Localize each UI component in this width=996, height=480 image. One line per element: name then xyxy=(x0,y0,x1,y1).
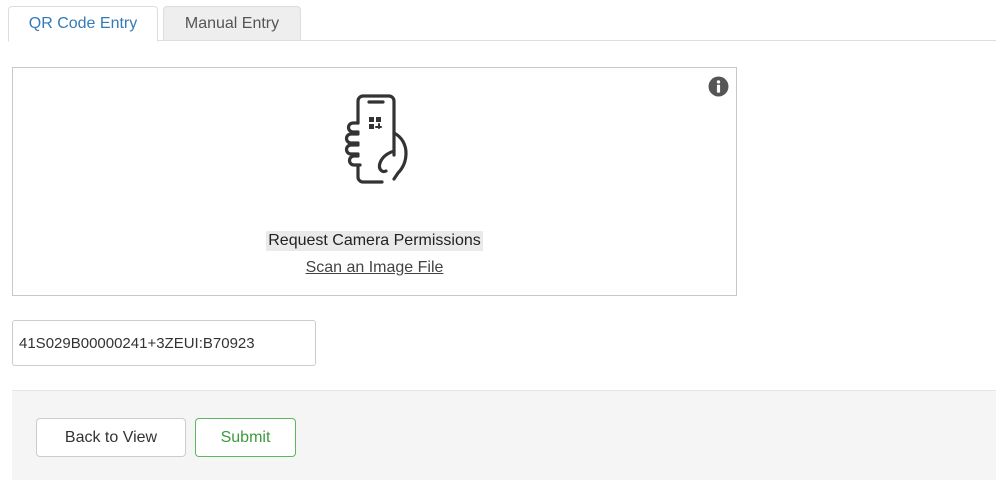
info-icon[interactable] xyxy=(708,76,729,97)
tab-manual-entry[interactable]: Manual Entry xyxy=(163,6,301,41)
form-footer: Back to View Submit xyxy=(12,390,996,480)
qr-code-input[interactable] xyxy=(12,320,316,366)
scan-image-file-link[interactable]: Scan an Image File xyxy=(306,259,444,276)
entry-tabs: QR Code Entry Manual Entry xyxy=(8,6,996,42)
request-camera-permissions-button[interactable]: Request Camera Permissions xyxy=(266,231,483,251)
qr-scanner-panel: Request Camera Permissions Scan an Image… xyxy=(12,67,737,296)
tab-qr-code-entry[interactable]: QR Code Entry xyxy=(8,6,158,42)
submit-button[interactable]: Submit xyxy=(195,418,296,457)
hand-holding-phone-icon xyxy=(344,94,408,184)
back-to-view-button[interactable]: Back to View xyxy=(36,418,186,457)
